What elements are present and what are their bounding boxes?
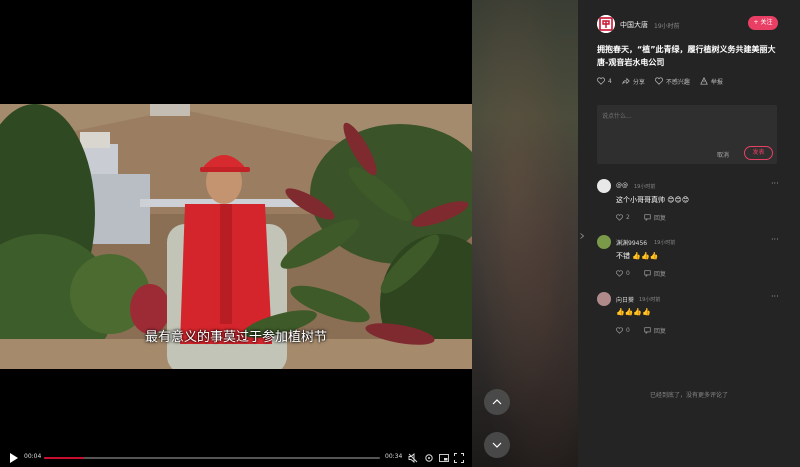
report-button[interactable]: 举报 xyxy=(700,77,723,86)
play-icon[interactable] xyxy=(9,453,19,463)
not-interested-button[interactable]: 不感兴趣 xyxy=(654,77,690,86)
comment-reply-button[interactable]: 回复 xyxy=(644,213,666,222)
duration: 00:34 xyxy=(385,453,403,460)
avatar[interactable] xyxy=(597,179,611,193)
mute-icon[interactable] xyxy=(408,453,418,463)
picture-in-picture-icon[interactable] xyxy=(439,453,449,463)
reply-label: 回复 xyxy=(653,328,666,335)
comment-like-count: 2 xyxy=(626,214,630,221)
comment-time: 19小时前 xyxy=(639,297,661,303)
progress-bar[interactable] xyxy=(44,457,380,459)
share-label: 分享 xyxy=(632,78,645,86)
settings-icon[interactable] xyxy=(424,453,434,463)
more-options-icon[interactable]: ··· xyxy=(771,235,779,244)
more-options-icon[interactable]: ··· xyxy=(771,179,779,188)
comment-author[interactable]: @@ xyxy=(616,182,628,189)
chevron-down-icon xyxy=(492,442,502,448)
post-title: 拥抱春天，“植”此青绿，履行植树义务共建美丽大唐-观音岩水电公司 xyxy=(597,45,776,67)
share-button[interactable]: 分享 xyxy=(621,77,645,86)
reply-label: 回复 xyxy=(653,215,666,222)
progress-fill xyxy=(44,457,85,459)
send-button[interactable]: 发表 xyxy=(744,146,773,160)
comment-item: @@ 19小时前 这个小哥哥真帅 😊😊😊 2 回复 ··· xyxy=(597,179,782,229)
author-avatar[interactable] xyxy=(597,15,615,33)
comment-placeholder: 说点什么... xyxy=(602,113,632,120)
like-count: 4 xyxy=(608,77,612,85)
avatar[interactable] xyxy=(597,235,611,249)
comment-text: 👍👍👍👍 xyxy=(616,308,651,316)
video-frame[interactable]: 最有意义的事莫过于参加植树节 xyxy=(0,104,472,369)
share-icon xyxy=(621,77,630,85)
comment-text: 不错 👍👍👍 xyxy=(616,252,659,260)
comment-like-count: 0 xyxy=(626,327,630,334)
reply-label: 回复 xyxy=(653,271,666,278)
chevron-right-icon xyxy=(580,233,584,239)
comment-author[interactable]: 向日葵 xyxy=(616,295,634,304)
post-time: 19小时前 xyxy=(654,23,680,30)
like-button[interactable]: 4 xyxy=(597,77,612,85)
heart-icon xyxy=(616,327,623,334)
comment-item: 向日葵 19小时前 👍👍👍👍 0 回复 ··· xyxy=(597,292,782,342)
current-time: 00:04 xyxy=(24,453,42,460)
more-options-icon[interactable]: ··· xyxy=(771,292,779,301)
comment-reply-button[interactable]: 回复 xyxy=(644,326,666,335)
comment-actions: 0 回复 xyxy=(616,326,680,335)
chevron-up-icon xyxy=(492,399,502,405)
follow-button[interactable]: + 关注 xyxy=(748,16,778,30)
comment-reply-button[interactable]: 回复 xyxy=(644,269,666,278)
comment-actions: 0 回复 xyxy=(616,269,680,278)
warning-icon xyxy=(700,77,708,85)
avatar[interactable] xyxy=(597,292,611,306)
author-name[interactable]: 中国大唐 xyxy=(620,20,648,30)
reply-icon xyxy=(644,327,651,334)
report-label: 举报 xyxy=(710,78,723,86)
heart-icon xyxy=(616,214,623,221)
end-of-comments: 已经到底了，没有更多评论了 xyxy=(649,392,728,399)
comment-item: 渊渊99456 19小时前 不错 👍👍👍 0 回复 ··· xyxy=(597,235,782,285)
reply-icon xyxy=(644,214,651,221)
comment-time: 19小时前 xyxy=(634,184,656,190)
broken-heart-icon xyxy=(654,77,663,85)
previous-video-button[interactable] xyxy=(484,389,510,415)
comment-like-button[interactable]: 0 xyxy=(616,326,630,335)
video-subtitle: 最有意义的事莫过于参加植树节 xyxy=(144,330,327,345)
cancel-button[interactable]: 取消 xyxy=(717,150,729,159)
reply-icon xyxy=(644,270,651,277)
comment-input[interactable]: 说点什么... 取消 发表 xyxy=(597,105,777,164)
comment-like-count: 0 xyxy=(626,270,630,277)
not-interested-label: 不感兴趣 xyxy=(665,78,690,86)
comment-author[interactable]: 渊渊99456 xyxy=(616,238,647,247)
video-player[interactable]: 最有意义的事莫过于参加植树节 00:04 00:34 xyxy=(0,0,472,467)
heart-icon xyxy=(597,77,605,85)
heart-icon xyxy=(616,270,623,277)
comment-time: 19小时前 xyxy=(654,240,676,246)
fullscreen-icon[interactable] xyxy=(454,453,464,463)
comment-actions: 2 回复 xyxy=(616,213,680,222)
brand-logo-icon xyxy=(597,15,615,33)
collapse-panel-button[interactable] xyxy=(578,228,586,244)
comment-text: 这个小哥哥真帅 😊😊😊 xyxy=(616,196,690,204)
comment-like-button[interactable]: 0 xyxy=(616,269,630,278)
post-actions: 4 分享 不感兴趣 举报 xyxy=(597,76,733,86)
comment-like-button[interactable]: 2 xyxy=(616,213,630,222)
next-video-button[interactable] xyxy=(484,432,510,458)
player-controls: 00:04 00:34 xyxy=(0,448,472,467)
